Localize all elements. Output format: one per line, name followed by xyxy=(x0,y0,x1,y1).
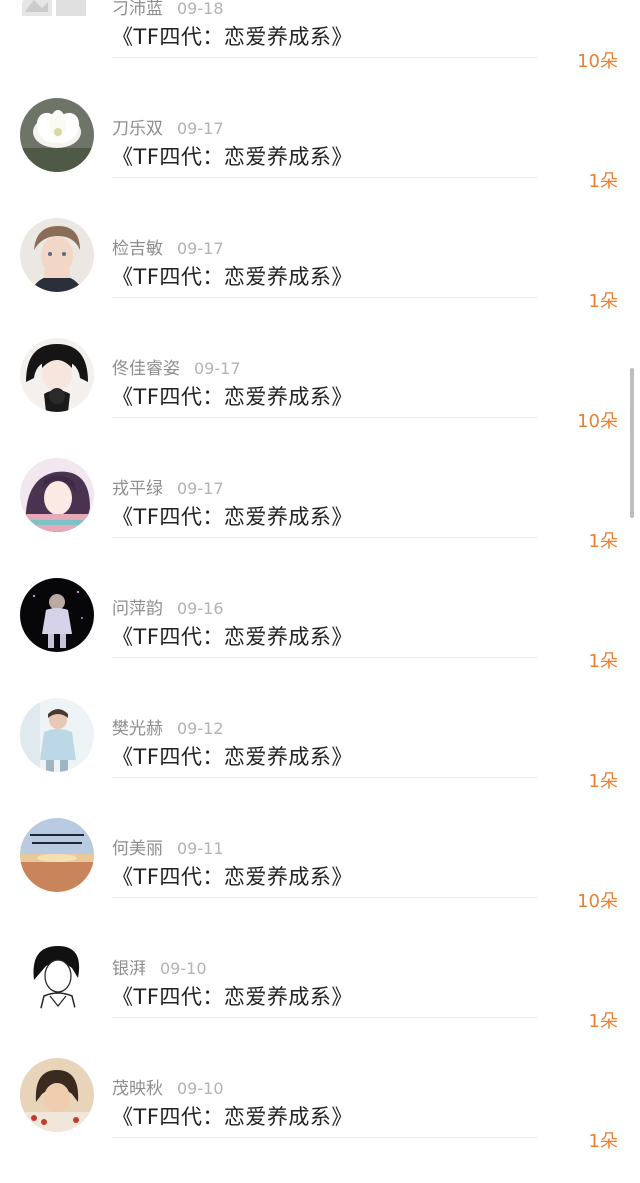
white-flower-avatar[interactable] xyxy=(20,98,94,172)
gift-list: 刁沛蓝 09-18 《TF四代：恋爱养成系》 10朵 刀乐双 09-17 《TF四代… xyxy=(0,0,640,1152)
list-item[interactable]: 刀乐双 09-17 《TF四代：恋爱养成系》 1朵 xyxy=(0,58,640,192)
user-name[interactable]: 刀乐双 xyxy=(112,119,163,139)
gift-date: 09-17 xyxy=(177,479,224,498)
list-item[interactable]: 佟佳睿姿 09-17 《TF四代：恋爱养成系》 10朵 xyxy=(0,298,640,432)
gift-date: 09-16 xyxy=(177,599,224,618)
gift-date: 09-18 xyxy=(177,0,224,18)
gift-date: 09-10 xyxy=(160,959,207,978)
girl-photo-avatar[interactable] xyxy=(20,1058,94,1132)
list-item[interactable]: 问萍韵 09-16 《TF四代：恋爱养成系》 1朵 xyxy=(0,538,640,672)
work-title[interactable]: 《TF四代：恋爱养成系》 xyxy=(112,141,353,171)
sketch-portrait-avatar[interactable] xyxy=(20,938,94,1012)
work-title[interactable]: 《TF四代：恋爱养成系》 xyxy=(112,981,353,1011)
list-item[interactable]: 戎平绿 09-17 《TF四代：恋爱养成系》 1朵 xyxy=(0,418,640,552)
work-title[interactable]: 《TF四代：恋爱养成系》 xyxy=(112,381,353,411)
list-item[interactable]: 检吉敏 09-17 《TF四代：恋爱养成系》 1朵 xyxy=(0,178,640,312)
list-item[interactable]: 樊光赫 09-12 《TF四代：恋爱养成系》 1朵 xyxy=(0,658,640,792)
gift-date: 09-10 xyxy=(177,1079,224,1098)
sunset-quote-avatar[interactable] xyxy=(20,818,94,892)
user-name[interactable]: 刁沛蓝 xyxy=(112,0,163,19)
gift-date: 09-17 xyxy=(177,239,224,258)
user-name[interactable]: 问萍韵 xyxy=(112,599,163,619)
gift-date: 09-17 xyxy=(177,119,224,138)
work-title[interactable]: 《TF四代：恋爱养成系》 xyxy=(112,741,353,771)
light-photo-avatar[interactable] xyxy=(20,698,94,772)
work-title[interactable]: 《TF四代：恋爱养成系》 xyxy=(112,501,353,531)
list-item[interactable]: 刁沛蓝 09-18 《TF四代：恋爱养成系》 10朵 xyxy=(0,0,640,72)
anime-girl-avatar[interactable] xyxy=(20,458,94,532)
user-name[interactable]: 银湃 xyxy=(112,959,146,979)
divider xyxy=(112,1137,538,1138)
work-title[interactable]: 《TF四代：恋爱养成系》 xyxy=(112,261,353,291)
user-name[interactable]: 戎平绿 xyxy=(112,479,163,499)
work-title[interactable]: 《TF四代：恋爱养成系》 xyxy=(112,21,353,51)
work-title[interactable]: 《TF四代：恋爱养成系》 xyxy=(112,1101,353,1131)
flower-count: 1朵 xyxy=(588,1131,618,1152)
list-item[interactable]: 银湃 09-10 《TF四代：恋爱养成系》 1朵 xyxy=(0,898,640,1032)
gift-date: 09-12 xyxy=(177,719,224,738)
gift-date: 09-11 xyxy=(177,839,224,858)
scrollbar[interactable] xyxy=(630,368,634,518)
boy-portrait-avatar[interactable] xyxy=(20,218,94,292)
work-title[interactable]: 《TF四代：恋爱养成系》 xyxy=(112,861,353,891)
user-name[interactable]: 茂映秋 xyxy=(112,1079,163,1099)
dark-hair-avatar[interactable] xyxy=(20,338,94,412)
user-name[interactable]: 检吉敏 xyxy=(112,239,163,259)
night-photo-avatar[interactable] xyxy=(20,578,94,652)
gift-date: 09-17 xyxy=(194,359,241,378)
broken-image-icon[interactable] xyxy=(20,0,94,52)
list-item[interactable]: 何美丽 09-11 《TF四代：恋爱养成系》 10朵 xyxy=(0,778,640,912)
user-name[interactable]: 樊光赫 xyxy=(112,719,163,739)
user-name[interactable]: 何美丽 xyxy=(112,839,163,859)
list-item[interactable]: 茂映秋 09-10 《TF四代：恋爱养成系》 1朵 xyxy=(0,1018,640,1152)
work-title[interactable]: 《TF四代：恋爱养成系》 xyxy=(112,621,353,651)
user-name[interactable]: 佟佳睿姿 xyxy=(112,359,180,379)
